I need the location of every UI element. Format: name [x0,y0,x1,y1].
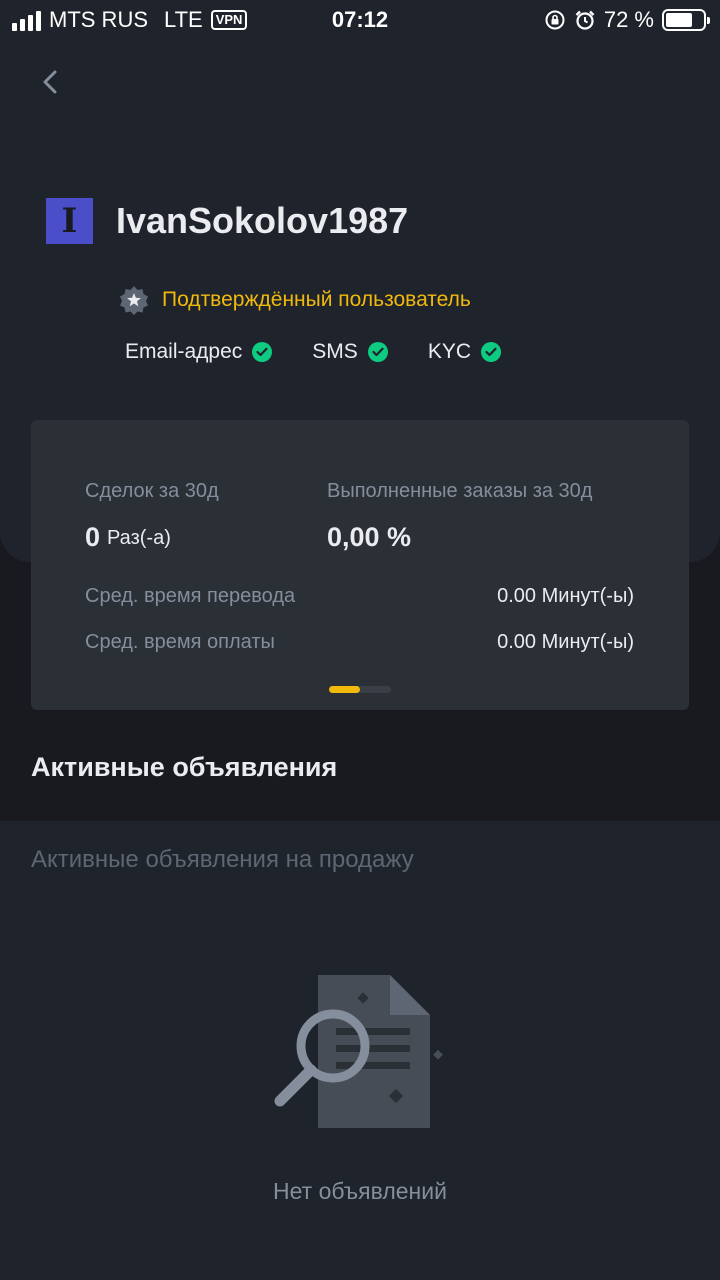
verified-user-label: Подтверждённый пользователь [162,288,471,311]
empty-search-document-icon [274,975,443,1128]
active-sell-ads-subtitle: Активные объявления на продажу [31,846,414,873]
verification-email: Email-адрес [125,340,273,364]
username: IvanSokolov1987 [116,200,409,241]
back-button[interactable] [30,62,70,102]
completion-30d-label: Выполненные заказы за 30д [327,480,593,502]
trades-30d-value: 0 [85,522,101,552]
status-bar: MTS RUS LTE VPN 07:12 72 % [0,0,720,40]
avg-payment-time-label: Сред. время оплаты [85,631,275,653]
avatar: I [46,198,93,244]
chevron-left-icon [43,70,57,94]
completion-30d-value: 0,00 % [327,522,412,552]
page-indicator-active [329,686,360,693]
check-circle-icon [367,342,388,362]
check-circle-icon [481,342,501,362]
stats-card[interactable]: Сделок за 30д 0 Раз(-а) Выполненные зака… [31,420,689,710]
verified-badge-icon [120,286,148,315]
avg-transfer-time-value: 0.00 Минут(-ы) [497,585,634,607]
verified-user-row: Подтверждённый пользователь [118,284,471,316]
check-circle-icon [252,342,273,362]
no-ads-message: Нет объявлений [273,1178,447,1204]
trades-30d-unit: Раз(-а) [107,527,171,549]
verification-kyc: KYC [428,340,501,364]
verification-list: Email-адрес SMS KYC [125,340,541,364]
page-indicator [329,686,391,693]
trades-30d-label: Сделок за 30д [85,480,219,502]
alarm-icon [575,10,595,30]
verification-sms: SMS [312,340,388,364]
status-bar-right: 72 % [544,7,710,33]
verification-label: KYC [427,340,471,363]
verification-label: Email-адрес [125,340,243,363]
active-ads-title: Активные объявления [31,752,338,782]
battery-icon [662,9,710,31]
battery-percent: 72 % [603,7,654,32]
battery-fill [666,13,692,27]
orientation-lock-icon [545,10,565,30]
avg-payment-time-value: 0.00 Минут(-ы) [497,631,634,653]
verification-label: SMS [312,340,358,363]
avg-transfer-time-label: Сред. время перевода [85,585,296,607]
